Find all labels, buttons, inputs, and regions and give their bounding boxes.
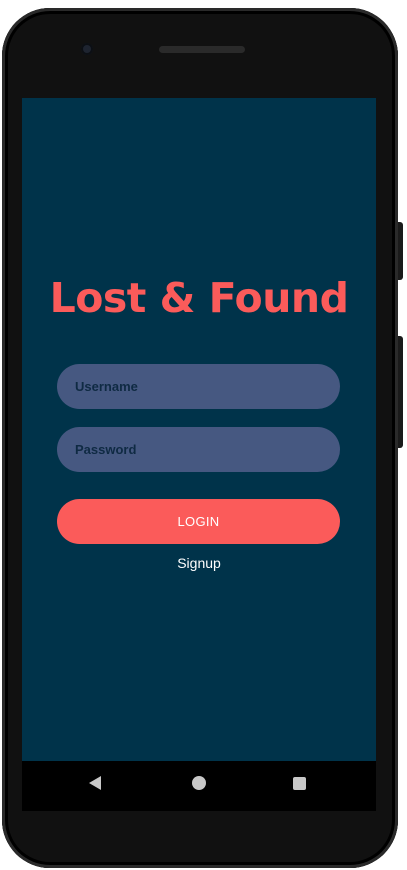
username-field-container xyxy=(57,364,340,409)
password-field-container xyxy=(57,427,340,472)
username-input[interactable] xyxy=(57,364,340,409)
system-nav-bar xyxy=(22,761,376,811)
front-camera-icon xyxy=(81,43,93,55)
home-circle-icon[interactable] xyxy=(192,776,206,790)
app-screen: Lost & Found LOGIN Signup xyxy=(22,98,376,761)
power-button xyxy=(398,336,403,448)
login-button[interactable]: LOGIN xyxy=(57,499,340,544)
signup-link[interactable]: Signup xyxy=(22,555,376,571)
volume-button xyxy=(398,222,403,280)
password-input[interactable] xyxy=(57,427,340,472)
back-triangle-icon[interactable] xyxy=(89,776,101,790)
earpiece-speaker xyxy=(159,46,245,53)
recents-square-icon[interactable] xyxy=(293,777,306,790)
app-title: Lost & Found xyxy=(49,274,349,322)
